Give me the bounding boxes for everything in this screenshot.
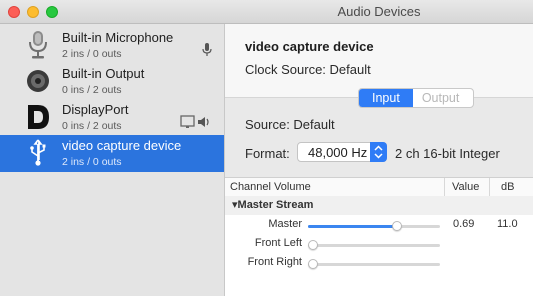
stream-properties: Source: Default Format: 48,000 Hz 2 ch 1… [225, 97, 533, 177]
device-header: video capture device Clock Source: Defau… [225, 24, 533, 89]
title-bar: Audio Devices [0, 0, 533, 24]
column-channel-volume[interactable]: Channel Volume [230, 178, 311, 196]
slider-knob[interactable] [308, 259, 318, 269]
front-left-volume-slider[interactable] [308, 240, 440, 250]
window-title: Audio Devices [337, 4, 421, 19]
minimize-button[interactable] [27, 6, 39, 18]
source-label: Source: Default [245, 117, 335, 132]
close-button[interactable] [8, 6, 20, 18]
device-list: Built-in Microphone 2 ins / 0 outs Built… [0, 24, 225, 296]
display-speaker-badge-icon [180, 115, 209, 128]
speaker-icon [27, 70, 49, 92]
format-description: 2 ch 16-bit Integer [395, 146, 500, 161]
channel-db: 11.0 [497, 218, 518, 230]
table-row-front-right: Front Right [225, 254, 533, 273]
channel-volume-table: Channel Volume Value dB ▾Master Stream M… [225, 177, 533, 296]
device-io: 0 ins / 2 outs [62, 84, 122, 96]
microphone-icon [29, 31, 47, 59]
device-item-built-in-output[interactable]: Built-in Output 0 ins / 2 outs [0, 63, 224, 100]
popup-stepper-icon [370, 142, 387, 162]
clock-source: Clock Source: Default [245, 62, 371, 77]
device-item-video-capture-device[interactable]: video capture device 2 ins / 0 outs [0, 135, 224, 172]
slider-knob[interactable] [392, 221, 402, 231]
device-name: DisplayPort [62, 102, 129, 117]
master-volume-slider[interactable] [308, 221, 440, 231]
channel-label: Front Right [247, 256, 302, 268]
device-io: 2 ins / 0 outs [62, 156, 122, 168]
slider-knob[interactable] [308, 240, 318, 250]
device-io: 0 ins / 2 outs [62, 120, 122, 132]
format-label: Format: [245, 146, 290, 161]
device-name: Built-in Output [62, 66, 145, 81]
device-item-built-in-microphone[interactable]: Built-in Microphone 2 ins / 0 outs [0, 27, 224, 64]
table-row-master: Master 0.69 11.0 [225, 216, 533, 235]
device-name: video capture device [62, 138, 182, 153]
microphone-badge-icon [202, 43, 212, 56]
table-header: Channel Volume Value dB [225, 178, 533, 197]
usb-icon [30, 139, 46, 166]
format-rate-popup[interactable]: 48,000 Hz [297, 142, 387, 162]
device-detail-pane: video capture device Clock Source: Defau… [225, 24, 533, 296]
channel-label: Master [268, 218, 302, 230]
device-item-displayport[interactable]: DisplayPort 0 ins / 2 outs [0, 99, 224, 136]
device-name: Built-in Microphone [62, 30, 174, 45]
selected-device-name: video capture device [245, 39, 374, 54]
table-row-front-left: Front Left [225, 235, 533, 254]
device-io: 2 ins / 0 outs [62, 48, 122, 60]
front-right-volume-slider[interactable] [308, 259, 440, 269]
channel-value: 0.69 [453, 218, 475, 230]
column-value[interactable]: Value [452, 178, 479, 196]
channel-label: Front Left [254, 237, 302, 249]
displayport-icon [28, 105, 49, 129]
group-label: ▾Master Stream [232, 199, 314, 211]
format-rate-value: 48,000 Hz [308, 145, 368, 160]
master-stream-group[interactable]: ▾Master Stream [225, 196, 533, 215]
input-output-segmented-control[interactable]: Input Output [358, 88, 475, 108]
audio-devices-window: Audio Devices Built-in Microphone 2 ins … [0, 0, 533, 296]
tab-output[interactable]: Output [413, 89, 474, 107]
zoom-button[interactable] [46, 6, 58, 18]
tab-input[interactable]: Input [359, 89, 413, 107]
column-db[interactable]: dB [501, 178, 514, 196]
